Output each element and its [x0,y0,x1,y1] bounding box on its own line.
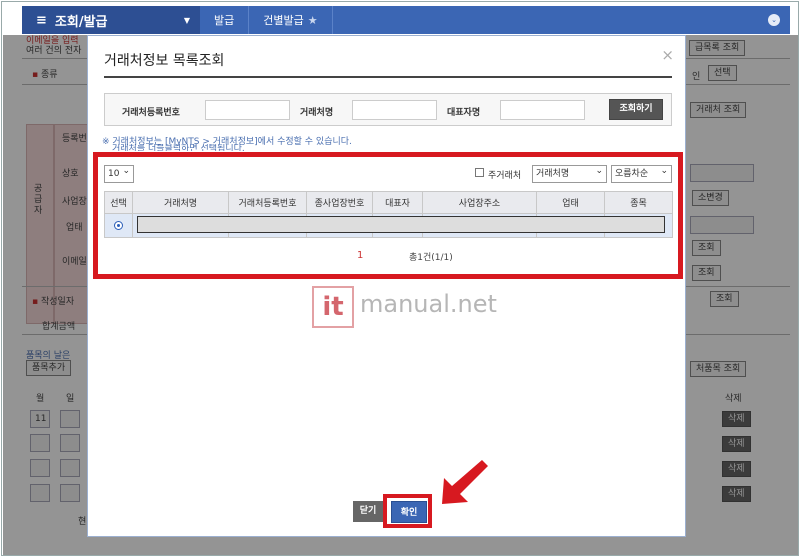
watermark-logo: it [312,286,354,328]
hamburger-icon: ≡ [36,12,47,28]
reg-no-label: 거래처등록번호 [122,108,180,118]
rep-name-label: 대표자명 [447,108,481,118]
expand-icon[interactable]: ⌄ [768,14,780,26]
breadcrumb-single-issue[interactable]: 건별발급 ★ [249,6,333,34]
dialog-title: 거래처정보 목록조회 [104,53,225,69]
close-icon[interactable]: × [661,46,674,64]
caret-down-icon: ▼ [183,15,190,25]
menu-button[interactable]: ≡ 조회/발급 ▼ [22,6,200,34]
partner-name-label: 거래처명 [300,108,334,118]
notice-text-2: 거래처를 더블클릭하면 선택됩니다. [112,144,245,151]
rep-name-input[interactable] [500,100,585,120]
list-highlight-box [93,152,683,279]
title-divider [104,76,672,78]
top-nav: ≡ 조회/발급 ▼ 발급 건별발급 ★ ⌄ [22,6,790,34]
star-icon[interactable]: ★ [308,14,318,27]
menu-title: 조회/발급 [54,14,108,30]
breadcrumb-label: 발급 [214,14,235,27]
watermark-text: manual.net [360,290,497,318]
pointer-arrow-icon [442,460,488,504]
search-panel: 거래처등록번호 거래처명 대표자명 조회하기 [104,93,672,126]
ok-highlight-box [383,494,432,528]
breadcrumb-issue[interactable]: 발급 [200,6,250,34]
partner-name-input[interactable] [352,100,437,120]
watermark: it manual.net [312,286,497,328]
reg-no-input[interactable] [205,100,290,120]
search-button[interactable]: 조회하기 [609,99,663,120]
breadcrumb-label: 건별발급 [263,14,304,27]
close-button[interactable]: 닫기 [353,501,383,522]
